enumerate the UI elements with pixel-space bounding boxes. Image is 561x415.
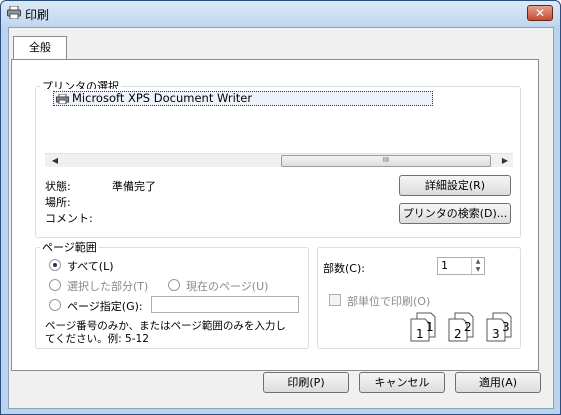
- printer-icon: [56, 94, 69, 104]
- printer-icon: [7, 6, 21, 19]
- all-pages-label[interactable]: すべて(L): [67, 258, 114, 274]
- scrollbar-thumb[interactable]: III: [281, 155, 491, 167]
- page-range-hint-line2: てください。例: 5-12: [45, 333, 149, 345]
- collate-number: 2: [464, 320, 472, 334]
- apply-button[interactable]: 適用(A): [455, 372, 541, 393]
- collate-preview-icon: 1 1 2 2 3 3: [410, 312, 512, 342]
- collate-number: 3: [492, 327, 500, 341]
- scroll-left-arrow-icon[interactable]: ◀: [49, 155, 61, 167]
- copies-spinner[interactable]: ▲ ▼: [471, 258, 484, 274]
- find-printer-button[interactable]: プリンタの検索(D)...: [399, 203, 511, 224]
- printer-name: Microsoft XPS Document Writer: [72, 91, 253, 105]
- collate-checkbox[interactable]: [329, 294, 341, 306]
- comment-label: コメント:: [45, 212, 93, 225]
- spin-up-icon[interactable]: ▲: [472, 258, 484, 266]
- all-pages-radio[interactable]: [49, 259, 61, 271]
- window-title: 印刷: [25, 8, 50, 22]
- spin-down-icon[interactable]: ▼: [472, 266, 484, 274]
- title-bar[interactable]: 印刷 ✕: [1, 1, 560, 25]
- copies-value: 1: [441, 259, 448, 272]
- close-button[interactable]: ✕: [527, 5, 553, 21]
- selection-radio[interactable]: [49, 279, 61, 291]
- current-page-label[interactable]: 現在のページ(U): [186, 278, 268, 294]
- status-label: 状態:: [45, 180, 71, 193]
- page-range-legend: ページ範囲: [42, 241, 97, 254]
- pages-input[interactable]: [151, 296, 299, 313]
- pages-label[interactable]: ページ指定(G):: [67, 298, 143, 314]
- collate-number: 1: [416, 327, 424, 341]
- current-page-radio[interactable]: [168, 279, 180, 291]
- print-dialog-window: 印刷 ✕ 全般 プリンタの選択 Microsoft XPS Document W…: [0, 0, 561, 415]
- status-value: 準備完了: [112, 180, 156, 193]
- cancel-button[interactable]: キャンセル: [359, 372, 445, 393]
- collate-number: 1: [426, 320, 434, 334]
- tab-general[interactable]: 全般: [13, 36, 67, 60]
- copies-label: 部数(C):: [323, 262, 365, 275]
- selection-label[interactable]: 選択した部分(T): [67, 278, 148, 294]
- location-label: 場所:: [45, 196, 71, 209]
- printer-list-item[interactable]: Microsoft XPS Document Writer: [53, 91, 433, 106]
- print-button[interactable]: 印刷(P): [263, 372, 349, 393]
- collate-number: 2: [454, 327, 462, 341]
- printer-list-scrollbar[interactable]: ◀ III ▶: [45, 153, 513, 167]
- scroll-right-arrow-icon[interactable]: ▶: [499, 155, 511, 167]
- collate-number: 3: [502, 320, 510, 334]
- preferences-button[interactable]: 詳細設定(R): [399, 175, 511, 196]
- pages-radio[interactable]: [49, 299, 61, 311]
